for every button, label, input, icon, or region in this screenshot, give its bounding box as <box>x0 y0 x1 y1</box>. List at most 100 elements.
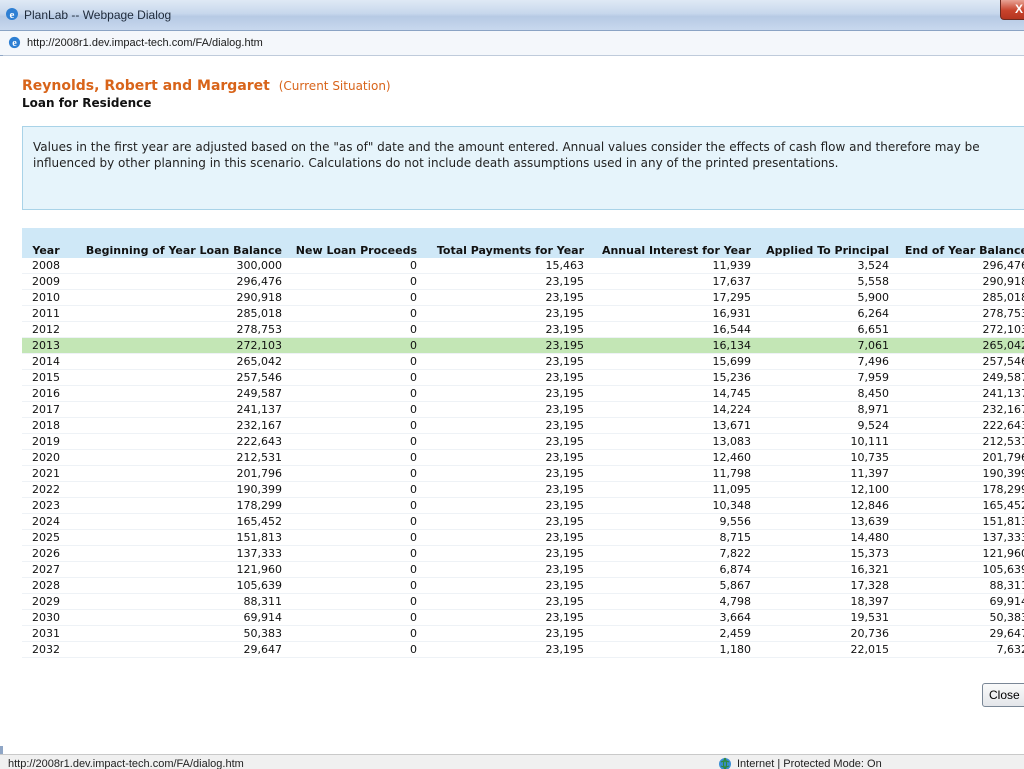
table-cell: 241,137 <box>982 387 1024 400</box>
table-cell: 105,639 <box>236 579 283 592</box>
table-cell: 0 <box>410 611 417 624</box>
table-cell: 296,476 <box>982 259 1024 272</box>
loan-title: Loan for Residence <box>22 96 152 110</box>
table-cell: 2017 <box>32 403 60 416</box>
table-cell: 272,103 <box>70 337 286 354</box>
table-row: 2010 290,918 0 23,195 17,295 5,900 285,018 <box>22 290 1024 306</box>
table-cell: 232,167 <box>982 403 1024 416</box>
table-cell: 2011 <box>32 307 60 320</box>
column-header: Total Payments for Year <box>421 228 588 258</box>
table-row: 2024 165,452 0 23,195 9,556 13,639 151,813 <box>22 514 1024 530</box>
table-cell: 23,195 <box>545 643 585 656</box>
table-cell: 23,195 <box>545 531 585 544</box>
table-row: 2017 241,137 0 23,195 14,224 8,971 232,167 <box>22 402 1024 418</box>
table-cell: 0 <box>410 515 417 528</box>
table-cell: 222,643 <box>982 419 1024 432</box>
table-cell: 0 <box>410 595 417 608</box>
table-cell: 296,476 <box>236 275 283 288</box>
table-cell: 23,195 <box>545 563 585 576</box>
table-cell: 165,452 <box>982 499 1024 512</box>
table-cell: 137,333 <box>982 531 1024 544</box>
table-cell: 11,397 <box>850 467 890 480</box>
table-cell: 121,960 <box>236 563 283 576</box>
table-cell: 5,558 <box>857 275 890 288</box>
table-cell: 16,134 <box>588 337 755 354</box>
table-cell: 0 <box>410 643 417 656</box>
table-cell: 2019 <box>32 435 60 448</box>
table-cell: 2021 <box>32 467 60 480</box>
table-cell: 23,195 <box>545 451 585 464</box>
table-cell: 23,195 <box>545 499 585 512</box>
table-cell: 11,939 <box>712 259 752 272</box>
svg-text:e: e <box>12 38 17 49</box>
table-cell: 2,459 <box>719 627 752 640</box>
table-cell: 13,083 <box>712 435 752 448</box>
table-cell: 178,299 <box>982 483 1024 496</box>
table-row: 2021 201,796 0 23,195 11,798 11,397 190,399 <box>22 466 1024 482</box>
table-cell: 23,195 <box>545 275 585 288</box>
table-cell: 2027 <box>32 563 60 576</box>
address-url: http://2008r1.dev.impact-tech.com/FA/dia… <box>27 37 263 49</box>
column-header: Applied To Principal <box>755 228 893 258</box>
table-cell: 88,311 <box>243 595 283 608</box>
svg-text:e: e <box>10 9 15 21</box>
table-cell: 0 <box>410 419 417 432</box>
table-cell: 7,959 <box>857 371 890 384</box>
table-row: 2020 212,531 0 23,195 12,460 10,735 201,796 <box>22 450 1024 466</box>
table-cell: 265,042 <box>893 337 1024 354</box>
close-button[interactable]: Close <box>982 683 1024 707</box>
table-cell: 7,822 <box>719 547 752 560</box>
table-cell: 11,798 <box>712 467 752 480</box>
table-row: 2025 151,813 0 23,195 8,715 14,480 137,333 <box>22 530 1024 546</box>
table-cell: 10,348 <box>712 499 752 512</box>
table-cell: 2023 <box>32 499 60 512</box>
table-cell: 2025 <box>32 531 60 544</box>
table-cell: 2013 <box>22 337 70 354</box>
table-header-row: Year Beginning of Year Loan Balance New … <box>22 228 1024 258</box>
table-cell: 2014 <box>32 355 60 368</box>
table-cell: 3,524 <box>857 259 890 272</box>
table-cell: 7,632 <box>996 643 1024 656</box>
table-row: 2023 178,299 0 23,195 10,348 12,846 165,452 <box>22 498 1024 514</box>
table-cell: 23,195 <box>421 337 588 354</box>
table-row: 2022 190,399 0 23,195 11,095 12,100 178,299 <box>22 482 1024 498</box>
table-cell: 2008 <box>32 259 60 272</box>
table-cell: 15,699 <box>712 355 752 368</box>
table-cell: 2032 <box>32 643 60 656</box>
table-cell: 2012 <box>32 323 60 336</box>
table-cell: 0 <box>410 355 417 368</box>
table-cell: 16,321 <box>850 563 890 576</box>
table-cell: 10,735 <box>850 451 890 464</box>
table-cell: 50,383 <box>989 611 1024 624</box>
table-cell: 9,524 <box>857 419 890 432</box>
table-cell: 29,647 <box>243 643 283 656</box>
table-cell: 151,813 <box>236 531 283 544</box>
table-cell: 165,452 <box>236 515 283 528</box>
table-cell: 2026 <box>32 547 60 560</box>
column-header: New Loan Proceeds <box>286 228 421 258</box>
table-cell: 69,914 <box>243 611 283 624</box>
window-title: PlanLab -- Webpage Dialog <box>24 8 172 22</box>
table-cell: 23,195 <box>545 627 585 640</box>
window-close-button[interactable]: X <box>1000 0 1024 20</box>
table-cell: 12,846 <box>850 499 890 512</box>
table-cell: 8,971 <box>857 403 890 416</box>
table-row: 2012 278,753 0 23,195 16,544 6,651 272,103 <box>22 322 1024 338</box>
table-cell: 2016 <box>32 387 60 400</box>
table-cell: 105,639 <box>982 563 1024 576</box>
table-cell: 13,671 <box>712 419 752 432</box>
table-cell: 0 <box>410 435 417 448</box>
status-url: http://2008r1.dev.impact-tech.com/FA/dia… <box>8 758 244 769</box>
internet-explorer-icon: e <box>6 8 18 21</box>
table-cell: 9,556 <box>719 515 752 528</box>
table-cell: 14,224 <box>712 403 752 416</box>
security-zone: Internet | Protected Mode: On <box>737 758 882 769</box>
table-cell: 15,236 <box>712 371 752 384</box>
table-cell: 8,715 <box>719 531 752 544</box>
table-cell: 13,639 <box>850 515 890 528</box>
table-cell: 17,637 <box>712 275 752 288</box>
table-cell: 14,480 <box>850 531 890 544</box>
table-cell: 278,753 <box>982 307 1024 320</box>
table-cell: 8,450 <box>857 387 890 400</box>
table-cell: 2022 <box>32 483 60 496</box>
